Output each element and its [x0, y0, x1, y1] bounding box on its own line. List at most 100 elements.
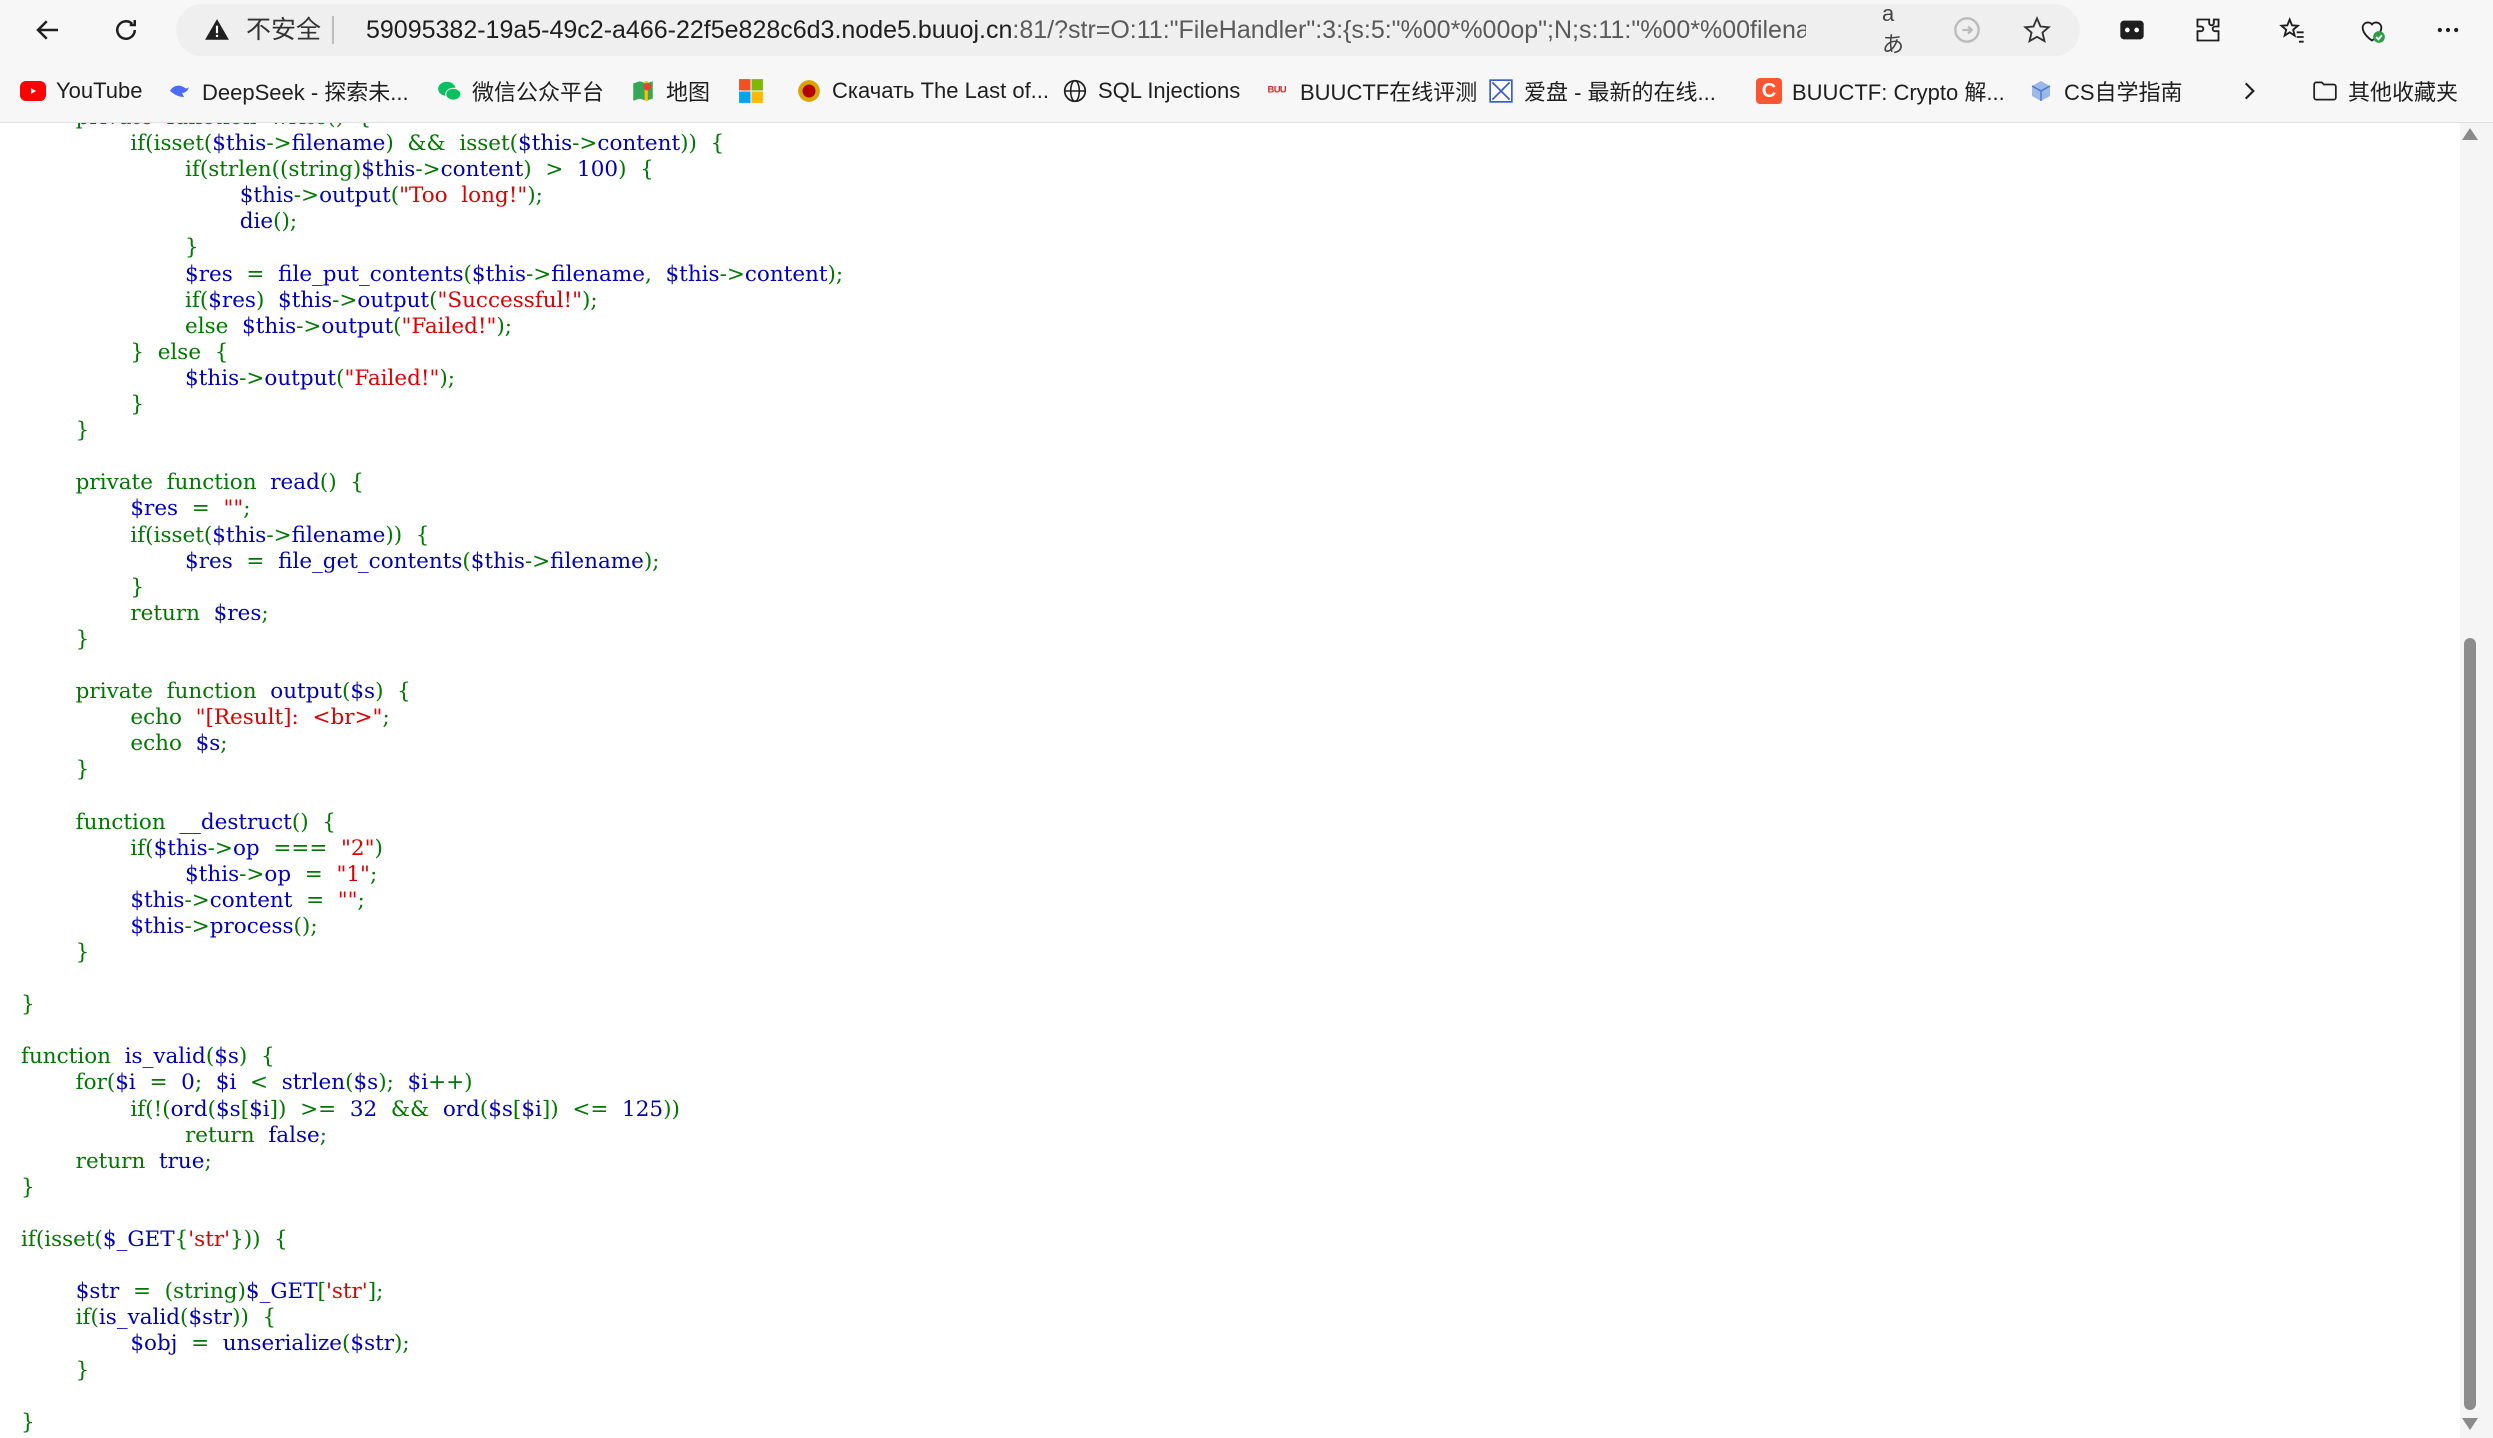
code-token: (); — [293, 913, 318, 939]
code-token: , — [644, 261, 666, 287]
scrollbar-thumb[interactable] — [2464, 638, 2476, 1410]
code-token: private function write() { — [21, 123, 372, 130]
code-token: unserialize — [222, 1331, 343, 1357]
url-path: :81/?str=O:11:"FileHandler":3:{s:5:"%00*… — [1012, 16, 1806, 44]
code-token: is_valid — [124, 1044, 206, 1070]
code-line: function is_valid($s) { — [21, 1044, 275, 1069]
bookmark-cs-guide[interactable]: CS自学指南 — [2028, 74, 2183, 108]
bookmark-sql-injections[interactable]: SQL Injections — [1062, 74, 1240, 108]
code-token: -> — [239, 365, 265, 391]
code-token: -> — [719, 261, 745, 287]
split-screen-icon[interactable] — [2116, 14, 2148, 46]
bookmark-deepseek[interactable]: DeepSeek - 探索未... — [166, 74, 409, 108]
code-token: [ — [240, 1096, 250, 1122]
code-token: if( — [21, 1305, 99, 1331]
reload-button[interactable] — [104, 8, 148, 52]
code-token: -> — [293, 183, 320, 209]
code-token: $_GET — [245, 1279, 318, 1305]
back-button[interactable] — [26, 8, 70, 52]
code-token: $str — [188, 1305, 233, 1331]
bookmark-aipan[interactable]: 爱盘 - 最新的在线... — [1488, 74, 1716, 108]
more-menu-icon[interactable] — [2432, 14, 2464, 46]
code-line: function __destruct() { — [21, 810, 336, 835]
scroll-up-arrow-icon[interactable] — [2462, 128, 2478, 140]
code-token: })) { — [230, 1227, 288, 1253]
code-token: = — [232, 548, 279, 574]
code-token: "1" — [336, 861, 370, 887]
code-line: return $res; — [21, 600, 269, 626]
code-token: if(isset( — [21, 131, 213, 157]
code-line: echo "[Result]: <br>"; — [21, 705, 389, 730]
code-token: "Failed!" — [401, 313, 497, 339]
bookmark-buuctf-crypto[interactable]: C BUUCTF: Crypto 解... — [1756, 74, 2005, 108]
php-source-code: private function write() { if(isset($thi… — [21, 123, 843, 1436]
code-token: content — [209, 887, 293, 913]
code-token: filename — [291, 131, 386, 157]
code-token: } — [21, 235, 199, 261]
code-line: } — [21, 1175, 35, 1200]
star-icon[interactable] — [2022, 15, 2052, 45]
bookmark-lastofus[interactable]: Скачать The Last of... — [796, 74, 1049, 108]
bookmark-label: 微信公众平台 — [472, 80, 605, 105]
code-token: "" — [337, 887, 358, 913]
bookmarks-overflow-button[interactable] — [2236, 74, 2262, 108]
code-line: private function output($s) { — [21, 679, 411, 704]
code-line: if(isset($_GET{'str'})) { — [21, 1227, 288, 1252]
bookmark-label: YouTube — [56, 78, 143, 103]
code-token: } — [21, 418, 90, 444]
code-token: -> — [524, 548, 551, 574]
code-line: return true; — [21, 1149, 212, 1174]
code-line: } — [21, 575, 144, 600]
code-token: ) { — [238, 1044, 275, 1070]
code-line: $res = file_put_contents($this->filename… — [21, 262, 843, 287]
chevron-right-icon — [2244, 82, 2255, 100]
code-line: } — [21, 757, 90, 783]
code-token: } — [21, 757, 90, 783]
bookmark-wechat[interactable]: 微信公众平台 — [436, 74, 604, 108]
extensions-icon[interactable] — [2192, 14, 2224, 46]
code-token: ) — [255, 287, 279, 313]
code-token: -> — [184, 887, 210, 913]
code-line: for($i = 0; $i < strlen($s); $i++) — [21, 1070, 473, 1095]
code-token: ; — [261, 600, 269, 626]
warning-icon[interactable] — [204, 17, 230, 43]
code-line: if(isset($this->filename) && isset($this… — [21, 131, 724, 156]
code-token: $i — [521, 1096, 542, 1122]
arrow-left-icon — [36, 20, 58, 40]
url-host: 59095382-19a5-49c2-a466-22f5e828c6d3.nod… — [366, 16, 1013, 44]
code-token: process — [209, 913, 294, 939]
code-token: return — [21, 1148, 159, 1174]
code-token: ); — [643, 548, 660, 574]
code-token: output — [264, 365, 337, 391]
code-line: $this->output("Failed!"); — [21, 366, 455, 391]
security-label[interactable]: 不安全 — [246, 14, 321, 46]
bookmark-microsoft[interactable] — [738, 74, 774, 108]
code-token: = (string) — [119, 1279, 246, 1305]
url-text[interactable]: 59095382-19a5-49c2-a466-22f5e828c6d3.nod… — [366, 14, 1806, 46]
code-line: if($this->op === "2") — [21, 836, 383, 861]
code-token: filename — [291, 522, 386, 548]
code-token: (); — [273, 209, 298, 235]
bookmark-buuctf[interactable]: ᴮᵁᵁ BUUCTF在线评测 — [1264, 74, 1478, 108]
page-content: private function write() { if(isset($thi… — [0, 123, 2460, 1438]
other-favorites-folder[interactable]: 其他收藏夹 — [2312, 74, 2458, 108]
code-token: } — [21, 392, 145, 418]
code-token: output — [357, 287, 430, 313]
favorites-icon[interactable] — [2276, 14, 2308, 46]
address-bar[interactable]: 不安全 59095382-19a5-49c2-a466-22f5e828c6d3… — [176, 1, 2080, 57]
code-token: 0 — [181, 1070, 195, 1096]
code-line: $this->op = "1"; — [21, 862, 377, 887]
refresh-page-icon[interactable] — [1952, 15, 1982, 45]
bookmark-maps[interactable]: 地图 — [630, 74, 710, 108]
code-token: ); — [582, 287, 598, 313]
translate-icon[interactable]: aあ — [1882, 1, 1912, 57]
browser-essentials-icon[interactable] — [2356, 14, 2388, 46]
code-line: } — [21, 1358, 90, 1383]
scroll-down-arrow-icon[interactable] — [2462, 1418, 2478, 1430]
bookmark-youtube[interactable]: YouTube — [20, 74, 142, 108]
code-token: ) { — [375, 679, 411, 705]
code-token: ++) — [428, 1070, 473, 1096]
code-token: $i — [249, 1096, 270, 1122]
code-token: $i — [115, 1070, 136, 1096]
